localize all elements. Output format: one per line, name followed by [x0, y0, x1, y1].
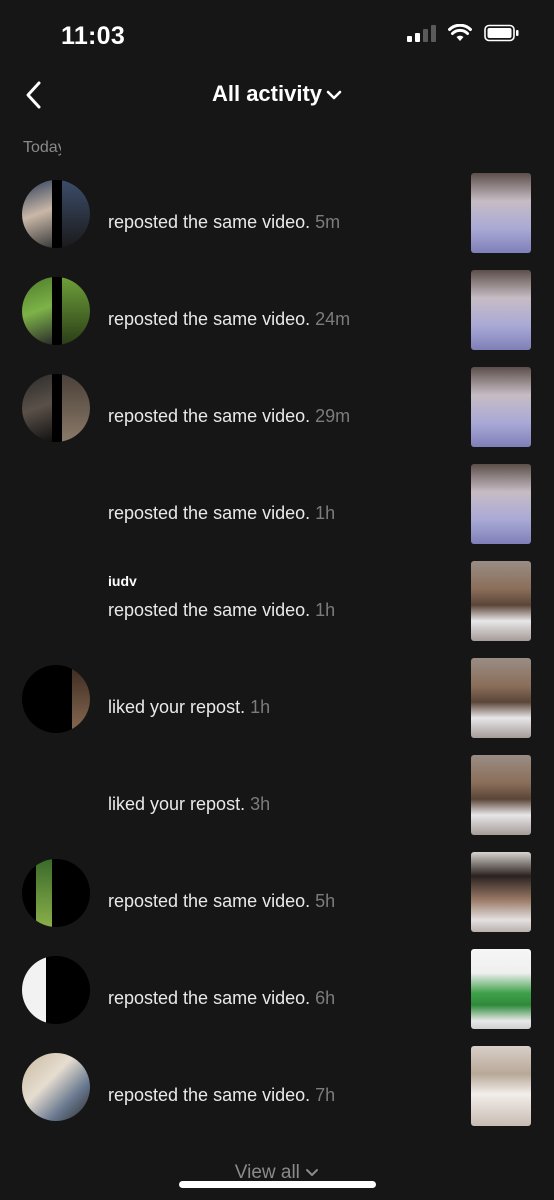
activity-filter-dropdown[interactable]: All activity — [0, 81, 554, 107]
activity-text: reposted the same video. 1h — [108, 503, 336, 523]
status-icons — [407, 24, 520, 42]
video-thumbnail[interactable] — [471, 270, 531, 350]
activity-text: reposted the same video. 24m — [108, 309, 351, 329]
video-thumbnail[interactable] — [471, 755, 531, 835]
activity-text: reposted the same video. 5h — [108, 891, 336, 911]
page-title: All activity — [211, 81, 323, 106]
wifi-icon — [448, 24, 472, 41]
avatar[interactable] — [22, 956, 90, 1024]
battery-icon — [484, 24, 519, 42]
video-thumbnail[interactable] — [471, 852, 531, 932]
video-thumbnail[interactable] — [471, 1046, 531, 1126]
list-item[interactable]: liked your repost. 3h — [0, 752, 554, 836]
activity-text: reposted the same video. 6h — [108, 988, 336, 1008]
video-thumbnail[interactable] — [471, 658, 531, 738]
avatar[interactable] — [22, 277, 90, 345]
chevron-down-icon — [326, 90, 342, 100]
list-item[interactable]: reposted the same video. 5h — [0, 849, 554, 933]
avatar[interactable] — [22, 665, 90, 733]
activity-text: liked your repost. 1h — [108, 697, 271, 717]
activity-text: reposted the same video. 5m — [108, 212, 341, 232]
list-item[interactable]: reposted the same video. 7h — [0, 1043, 554, 1127]
chevron-down-icon — [306, 1168, 319, 1176]
video-thumbnail[interactable] — [471, 173, 531, 253]
list-item[interactable]: reposted the same video. 6h — [0, 946, 554, 1030]
avatar[interactable] — [22, 762, 90, 830]
list-item[interactable]: judy reposted the same video. 1h — [0, 558, 554, 642]
status-bar: 11:03 — [0, 0, 554, 76]
list-item[interactable]: reposted the same video. 24m — [0, 267, 554, 351]
avatar[interactable] — [22, 374, 90, 442]
status-time: 11:03 — [61, 22, 126, 50]
avatar[interactable] — [22, 180, 90, 248]
header: All activity — [0, 70, 554, 120]
list-item[interactable]: liked your repost. 1h — [0, 655, 554, 739]
video-thumbnail[interactable] — [471, 464, 531, 544]
video-thumbnail[interactable] — [471, 367, 531, 447]
video-thumbnail[interactable] — [471, 561, 531, 641]
user-name[interactable]: judy — [108, 576, 137, 586]
avatar[interactable] — [22, 859, 90, 927]
activity-text: liked your repost. 3h — [108, 794, 271, 814]
activity-text: reposted the same video. 29m — [108, 406, 351, 426]
activity-text: reposted the same video. 7h — [108, 1085, 336, 1105]
cellular-signal-icon — [407, 24, 436, 42]
home-indicator[interactable] — [179, 1181, 376, 1188]
list-item[interactable]: reposted the same video. 5m — [0, 170, 554, 254]
activity-text: reposted the same video. 1h — [108, 600, 336, 620]
avatar[interactable] — [22, 568, 90, 636]
list-item[interactable]: reposted the same video. 29m — [0, 364, 554, 448]
video-thumbnail[interactable] — [471, 949, 531, 1029]
avatar[interactable] — [22, 471, 90, 539]
list-item[interactable]: reposted the same video. 1h — [0, 461, 554, 545]
section-label-today: Today — [23, 139, 61, 156]
avatar[interactable] — [22, 1053, 90, 1121]
